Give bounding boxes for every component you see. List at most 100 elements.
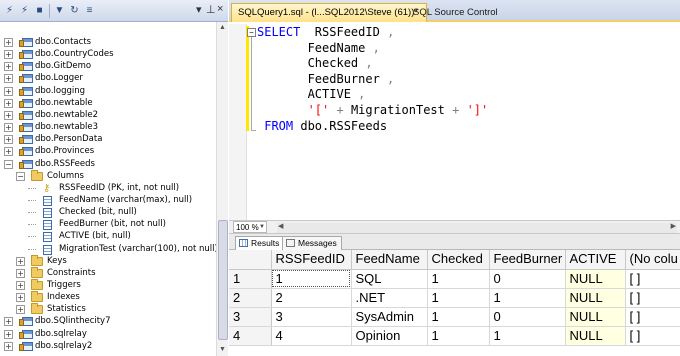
table-cell[interactable]: [ ] — [625, 307, 680, 327]
row-number[interactable]: 4 — [229, 326, 272, 346]
expand-icon[interactable]: + — [4, 86, 13, 96]
table-cell[interactable]: 1 — [427, 269, 490, 289]
tree-item[interactable]: + dbo.newtable3 — [0, 121, 216, 134]
tree-item[interactable]: + dbo.newtable2 — [0, 109, 216, 122]
table-cell[interactable]: NULL — [565, 307, 626, 327]
collapse-icon[interactable]: − — [4, 159, 13, 169]
close-icon[interactable]: × — [217, 3, 223, 15]
expand-icon[interactable]: + — [4, 135, 13, 145]
scroll-left-icon[interactable]: ◀ — [278, 222, 283, 230]
expand-icon[interactable]: + — [4, 38, 13, 47]
tab-sql-source-control[interactable]: SQL Source Control — [413, 4, 498, 21]
stop-icon[interactable]: ■ — [33, 4, 46, 17]
expand-icon[interactable]: + — [4, 74, 13, 84]
tree-item[interactable]: FeedName (varchar(max), null) — [0, 194, 216, 207]
tree-item[interactable]: + dbo.Contacts — [0, 36, 216, 49]
tree-item[interactable]: + dbo.Provinces — [0, 145, 216, 158]
editor-horizontal-scrollbar[interactable]: ◀ ▶ — [277, 223, 677, 233]
expand-icon[interactable]: + — [4, 147, 13, 157]
column-header[interactable]: ACTIVE — [565, 250, 626, 270]
expand-icon[interactable]: + — [4, 341, 13, 351]
zoom-select[interactable]: 100 % ▼ — [233, 221, 267, 233]
tree-item[interactable]: + dbo.GitDemo — [0, 60, 216, 73]
refresh-icon[interactable]: ↻ — [68, 4, 81, 17]
table-row[interactable]: 2 2 .NET 1 1 NULL[ ] — [229, 288, 680, 308]
tree-item[interactable]: − dbo.RSSFeeds — [0, 158, 216, 171]
expand-icon[interactable]: + — [16, 305, 25, 315]
results-grid[interactable]: RSSFeedID FeedName Checked FeedBurner ACTIVE… — [229, 250, 680, 356]
table-cell[interactable]: [ ] — [625, 326, 680, 346]
tree-item[interactable]: MigrationTest (varchar(100), not null) — [0, 243, 216, 256]
tree-item[interactable]: ⚷ RSSFeedID (PK, int, not null) — [0, 182, 216, 195]
expand-icon[interactable]: + — [4, 317, 13, 327]
table-cell[interactable]: 1 — [489, 288, 566, 308]
tab-results[interactable]: Results — [235, 236, 285, 250]
tree-item[interactable]: + Keys — [0, 254, 216, 268]
collapse-icon[interactable]: − — [16, 171, 25, 181]
tree-item[interactable]: − Columns — [0, 169, 216, 183]
collapse-icon[interactable]: ≡ — [83, 4, 96, 17]
table-cell[interactable]: 2 — [271, 288, 352, 308]
table-cell[interactable]: [ ] — [625, 269, 680, 289]
tree-item[interactable]: + dbo.sqlrelay — [0, 328, 216, 341]
table-cell[interactable]: 1 — [489, 326, 566, 346]
expand-icon[interactable]: + — [4, 50, 13, 60]
table-cell[interactable]: [ ] — [625, 288, 680, 308]
table-cell[interactable]: 0 — [489, 307, 566, 327]
row-number[interactable]: 3 — [229, 307, 272, 327]
table-cell[interactable]: 1 — [427, 307, 490, 327]
outline-collapse-icon[interactable]: − — [247, 28, 256, 37]
table-cell[interactable]: NULL — [565, 269, 626, 289]
table-cell[interactable]: SysAdmin — [351, 307, 428, 327]
tree-item[interactable]: ACTIVE (bit, null) — [0, 230, 216, 243]
table-cell[interactable]: 4 — [271, 326, 352, 346]
expand-icon[interactable]: + — [4, 110, 13, 120]
expand-icon[interactable]: + — [4, 329, 13, 339]
tree-item[interactable]: + dbo.SQlinthecity7 — [0, 315, 216, 328]
column-header[interactable]: Checked — [427, 250, 490, 270]
tree-item[interactable]: FeedBurner (bit, not null) — [0, 218, 216, 231]
tree-item[interactable]: + dbo.sqlrelay2 — [0, 340, 216, 353]
pin-icon[interactable]: ⊥ — [206, 3, 216, 16]
table-cell[interactable]: 0 — [489, 269, 566, 289]
tree-item[interactable]: + Indexes — [0, 291, 216, 304]
expand-icon[interactable]: + — [16, 293, 25, 303]
tree-item[interactable]: + dbo.logging — [0, 85, 216, 98]
connect-icon[interactable]: ⚡ — [3, 4, 16, 17]
table-cell[interactable]: 1 — [427, 326, 490, 346]
tree-item[interactable]: + Statistics — [0, 303, 216, 316]
tree-item[interactable]: + dbo.PersonData — [0, 133, 216, 146]
table-cell[interactable]: .NET — [351, 288, 428, 308]
column-header[interactable]: FeedBurner — [489, 250, 566, 270]
dropdown-icon[interactable]: ▾ — [196, 3, 202, 16]
filter-icon[interactable]: ▼ — [53, 4, 66, 17]
expand-icon[interactable]: + — [4, 123, 13, 133]
column-header[interactable]: RSSFeedID — [271, 250, 352, 270]
scrollbar-thumb[interactable] — [218, 220, 228, 340]
table-cell[interactable]: 3 — [271, 307, 352, 327]
row-number[interactable]: 1 — [229, 269, 272, 289]
scroll-down-icon[interactable]: ▼ — [219, 346, 226, 353]
object-explorer-scrollbar[interactable]: ▲ ▼ — [216, 22, 228, 356]
scroll-right-icon[interactable]: ▶ — [671, 222, 676, 230]
table-cell[interactable]: Opinion — [351, 326, 428, 346]
expand-icon[interactable]: + — [16, 256, 25, 266]
table-row[interactable]: 1 1 SQL 1 0 NULL[ ] — [229, 269, 680, 289]
table-row[interactable]: 3 3 SysAdmin 1 0 NULL[ ] — [229, 307, 680, 327]
table-cell[interactable]: NULL — [565, 326, 626, 346]
table-cell[interactable]: NULL — [565, 288, 626, 308]
table-cell[interactable]: SQL — [351, 269, 428, 289]
tree-item[interactable]: + Triggers — [0, 279, 216, 292]
sql-editor[interactable]: − SELECT RSSFeedID , FeedName , Checked … — [229, 24, 680, 220]
tab-messages[interactable]: Messages — [282, 236, 342, 250]
table-cell[interactable]: 1 — [427, 288, 490, 308]
tree-item[interactable]: + dbo.CountryCodes — [0, 48, 216, 61]
row-number[interactable]: 2 — [229, 288, 272, 308]
expand-icon[interactable]: + — [4, 98, 13, 108]
tree-item[interactable]: + Constraints — [0, 266, 216, 280]
table-row[interactable]: 4 4 Opinion 1 1 NULL[ ] — [229, 326, 680, 346]
tree-item[interactable]: + dbo.Logger — [0, 72, 216, 85]
expand-icon[interactable]: + — [16, 268, 25, 278]
expand-icon[interactable]: + — [16, 281, 25, 290]
table-cell[interactable]: 1 — [271, 269, 352, 289]
